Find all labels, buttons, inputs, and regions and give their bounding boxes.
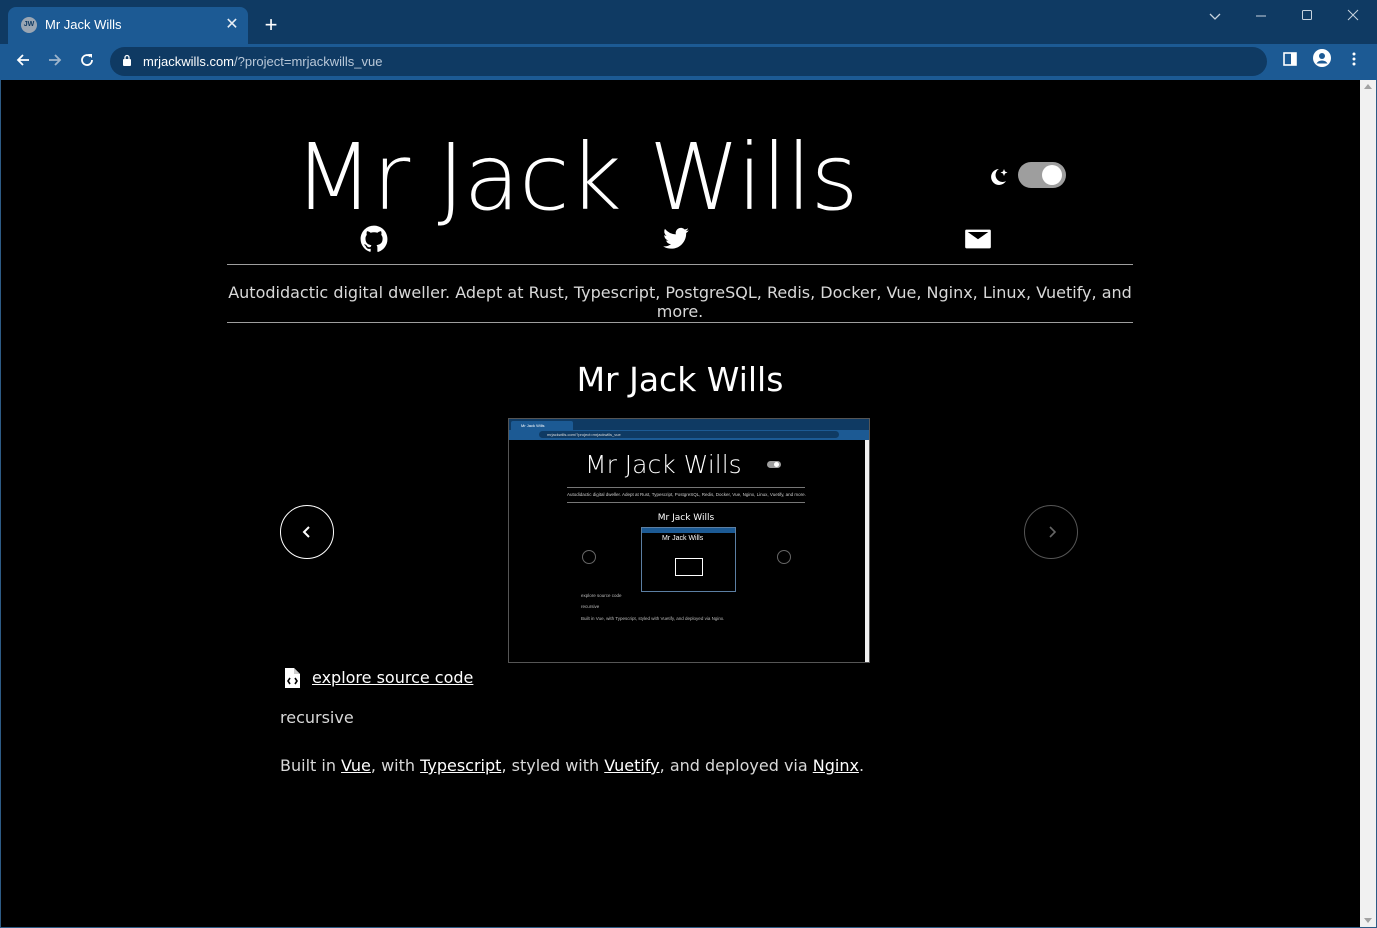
url-host: mrjackwills.com <box>143 54 234 69</box>
browser-tab[interactable]: JW Mr Jack Wills ✕ <box>8 7 248 44</box>
carousel-prev-button[interactable] <box>280 505 334 559</box>
site-title: Mr Jack Wills <box>294 124 859 231</box>
built-sep2: , styled with <box>501 756 605 775</box>
built-with-text: Built in Vue, with Typescript, styled wi… <box>280 756 864 775</box>
built-sep3: , and deployed via <box>659 756 813 775</box>
forward-icon[interactable] <box>41 48 69 76</box>
shot-divider-bottom <box>567 502 805 503</box>
shot-url: mrjackwills.com/?project=mrjackwills_vue <box>539 431 839 438</box>
twitter-icon[interactable] <box>662 225 690 253</box>
built-suffix: . <box>858 756 865 775</box>
toggle-knob <box>1042 165 1062 185</box>
vue-link[interactable]: Vue <box>341 756 371 775</box>
email-icon[interactable] <box>964 225 992 253</box>
shot-inner-box <box>675 558 703 576</box>
shot-title: Mr Jack Wills <box>585 450 742 479</box>
divider-top <box>227 264 1133 265</box>
page-scrollbar[interactable] <box>1360 80 1376 927</box>
tagline: Autodidactic digital dweller. Adept at R… <box>228 283 1132 321</box>
shot-tagline: Autodidactic digital dweller. Adept at R… <box>567 492 806 497</box>
url-text: mrjackwills.com/?project=mrjackwills_vue <box>143 54 382 69</box>
dark-mode-toggle[interactable] <box>1018 162 1066 188</box>
page-content: Mr Jack Wills Autodidactic digital dwell… <box>1 80 1360 927</box>
shot-inner-bar <box>642 528 735 533</box>
shot-built-text: Built in Vue, with Typescript, styled wi… <box>581 616 725 621</box>
url-path: /?project=mrjackwills_vue <box>234 54 383 69</box>
shot-source-link: explore source code <box>581 593 622 598</box>
shot-description: recursive <box>581 604 600 609</box>
maximize-icon[interactable] <box>1284 4 1330 28</box>
tab-close-icon[interactable]: ✕ <box>222 15 242 35</box>
file-code-icon <box>285 668 300 688</box>
shot-prev-button <box>582 550 596 564</box>
tab-title: Mr Jack Wills <box>45 17 122 32</box>
shot-tab: Mr Jack Wills <box>511 421 573 430</box>
vuetify-link[interactable]: Vuetify <box>604 756 659 775</box>
address-bar[interactable]: mrjackwills.com/?project=mrjackwills_vue <box>110 47 1267 76</box>
tab-search-icon[interactable] <box>1192 4 1238 28</box>
scroll-up-icon[interactable] <box>1364 84 1372 89</box>
minimize-icon[interactable] <box>1238 4 1284 28</box>
project-title: Mr Jack Wills <box>576 360 784 399</box>
back-icon[interactable] <box>9 48 37 76</box>
reload-icon[interactable] <box>73 48 101 76</box>
profile-icon[interactable] <box>1308 48 1336 76</box>
browser-toolbar: mrjackwills.com/?project=mrjackwills_vue <box>0 44 1377 80</box>
shot-project-title: Mr Jack Wills <box>657 513 715 523</box>
lock-icon <box>123 54 131 66</box>
chevron-left-icon <box>302 526 310 538</box>
close-window-icon[interactable] <box>1330 4 1376 28</box>
menu-icon[interactable] <box>1340 48 1368 76</box>
chevron-right-icon <box>1049 526 1057 538</box>
project-screenshot[interactable]: Mr Jack Wills mrjackwills.com/?project=m… <box>508 418 870 663</box>
tab-strip: JW Mr Jack Wills ✕ + <box>0 0 1377 44</box>
side-panel-icon[interactable] <box>1276 48 1304 76</box>
divider-bottom <box>227 322 1133 323</box>
shot-inner-title: Mr Jack Wills <box>662 535 704 542</box>
favicon-icon: JW <box>21 17 37 33</box>
built-sep1: , with <box>370 756 421 775</box>
nginx-link[interactable]: Nginx <box>813 756 859 775</box>
shot-next-button <box>777 550 791 564</box>
carousel-next-button[interactable] <box>1024 505 1078 559</box>
built-prefix: Built in <box>280 756 342 775</box>
shot-divider-top <box>567 487 805 488</box>
project-description: recursive <box>280 708 354 727</box>
moon-star-icon <box>991 169 1008 185</box>
typescript-link[interactable]: Typescript <box>420 756 501 775</box>
explore-source-link[interactable]: explore source code <box>312 668 473 687</box>
github-icon[interactable] <box>360 225 388 253</box>
new-tab-icon[interactable]: + <box>259 14 283 38</box>
shot-toggle <box>767 461 781 468</box>
shot-inner-screenshot: Mr Jack Wills <box>641 527 736 592</box>
shot-scrollbar <box>865 440 869 662</box>
scroll-down-icon[interactable] <box>1364 918 1372 923</box>
